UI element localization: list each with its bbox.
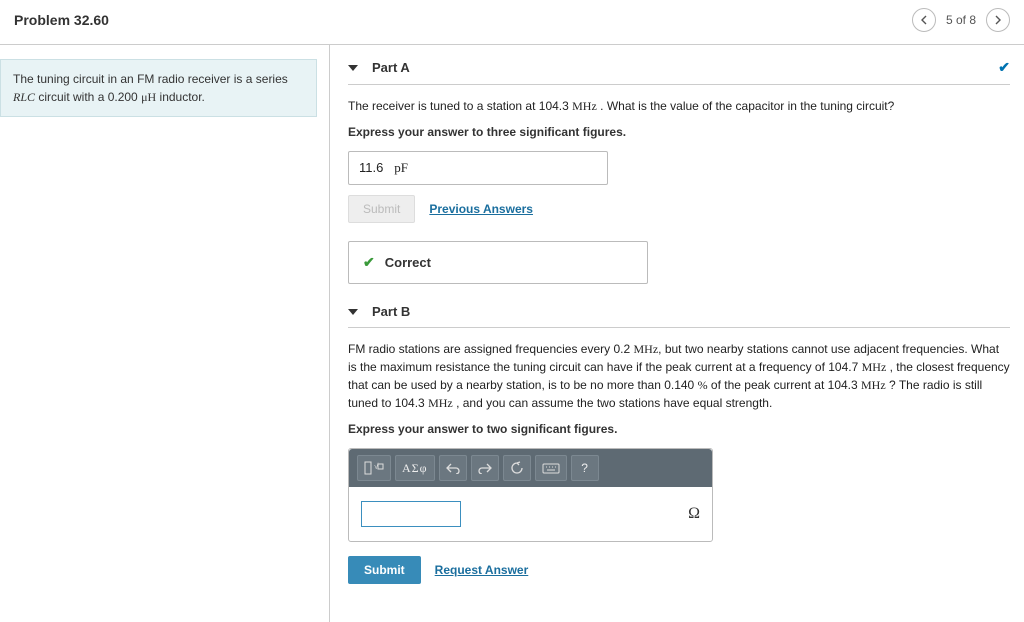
qB-t6: , and you can assume the two stations ha… [453, 396, 773, 410]
desc-unit: μH [141, 90, 156, 104]
submit-button[interactable]: Submit [348, 556, 421, 584]
request-answer-link[interactable]: Request Answer [435, 563, 529, 577]
desc-rlc: RLC [13, 90, 35, 104]
equation-toolbar: √ ΑΣφ ? [349, 449, 712, 487]
redo-button[interactable] [471, 455, 499, 481]
unit-ohm: Ω [688, 505, 700, 523]
pager: 5 of 8 [912, 8, 1010, 32]
problem-title: Problem 32.60 [14, 12, 109, 28]
qB-pct: % [698, 378, 708, 392]
help-button[interactable]: ? [571, 455, 599, 481]
part-b-header[interactable]: Part B [348, 290, 1010, 328]
desc-text2: circuit with a 0.200 [35, 90, 141, 104]
part-a-question: The receiver is tuned to a station at 10… [348, 97, 1010, 115]
prev-button[interactable] [912, 8, 936, 32]
check-icon: ✔ [998, 59, 1010, 76]
correct-label: Correct [385, 255, 431, 270]
part-b-title: Part B [372, 304, 410, 319]
part-b-question: FM radio stations are assigned frequenci… [348, 340, 1010, 412]
part-a-instruction: Express your answer to three significant… [348, 125, 1010, 139]
previous-answers-link[interactable]: Previous Answers [429, 202, 533, 216]
answer-unit: pF [394, 160, 408, 175]
next-button[interactable] [986, 8, 1010, 32]
keyboard-button[interactable] [535, 455, 567, 481]
answer-input[interactable] [361, 501, 461, 527]
qB-mhz2: MHz [862, 360, 887, 374]
submit-button-disabled: Submit [348, 195, 415, 223]
templates-button[interactable]: √ [357, 455, 391, 481]
undo-button[interactable] [439, 455, 467, 481]
qA-mhz: MHz [572, 99, 597, 113]
qB-t4: of the peak current at 104.3 [708, 378, 861, 392]
reset-button[interactable] [503, 455, 531, 481]
equation-panel: √ ΑΣφ ? [348, 448, 713, 542]
answer-value: 11.6 [359, 160, 383, 175]
qB-mhz1: MHz [633, 342, 658, 356]
desc-text: The tuning circuit in an FM radio receiv… [13, 72, 288, 86]
right-column: Part A ✔ The receiver is tuned to a stat… [330, 45, 1024, 622]
part-b-instruction: Express your answer to two significant f… [348, 422, 1010, 436]
greek-button[interactable]: ΑΣφ [395, 455, 435, 481]
part-a-answer-readonly: 11.6 pF [348, 151, 608, 185]
header-bar: Problem 32.60 5 of 8 [0, 0, 1024, 45]
correct-check-icon: ✔ [363, 254, 375, 271]
caret-down-icon [348, 309, 358, 315]
caret-down-icon [348, 65, 358, 71]
left-column: The tuning circuit in an FM radio receiv… [0, 45, 330, 622]
qB-mhz4: MHz [428, 396, 453, 410]
qA-text2: . What is the value of the capacitor in … [597, 99, 895, 113]
qB-t1: FM radio stations are assigned frequenci… [348, 342, 633, 356]
part-a-title: Part A [372, 60, 410, 75]
correct-feedback: ✔ Correct [348, 241, 648, 284]
qA-text1: The receiver is tuned to a station at 10… [348, 99, 572, 113]
desc-text3: inductor. [156, 90, 205, 104]
problem-description: The tuning circuit in an FM radio receiv… [0, 59, 317, 117]
qB-mhz3: MHz [861, 378, 886, 392]
part-a-header[interactable]: Part A ✔ [348, 45, 1010, 85]
pager-text: 5 of 8 [946, 13, 976, 27]
